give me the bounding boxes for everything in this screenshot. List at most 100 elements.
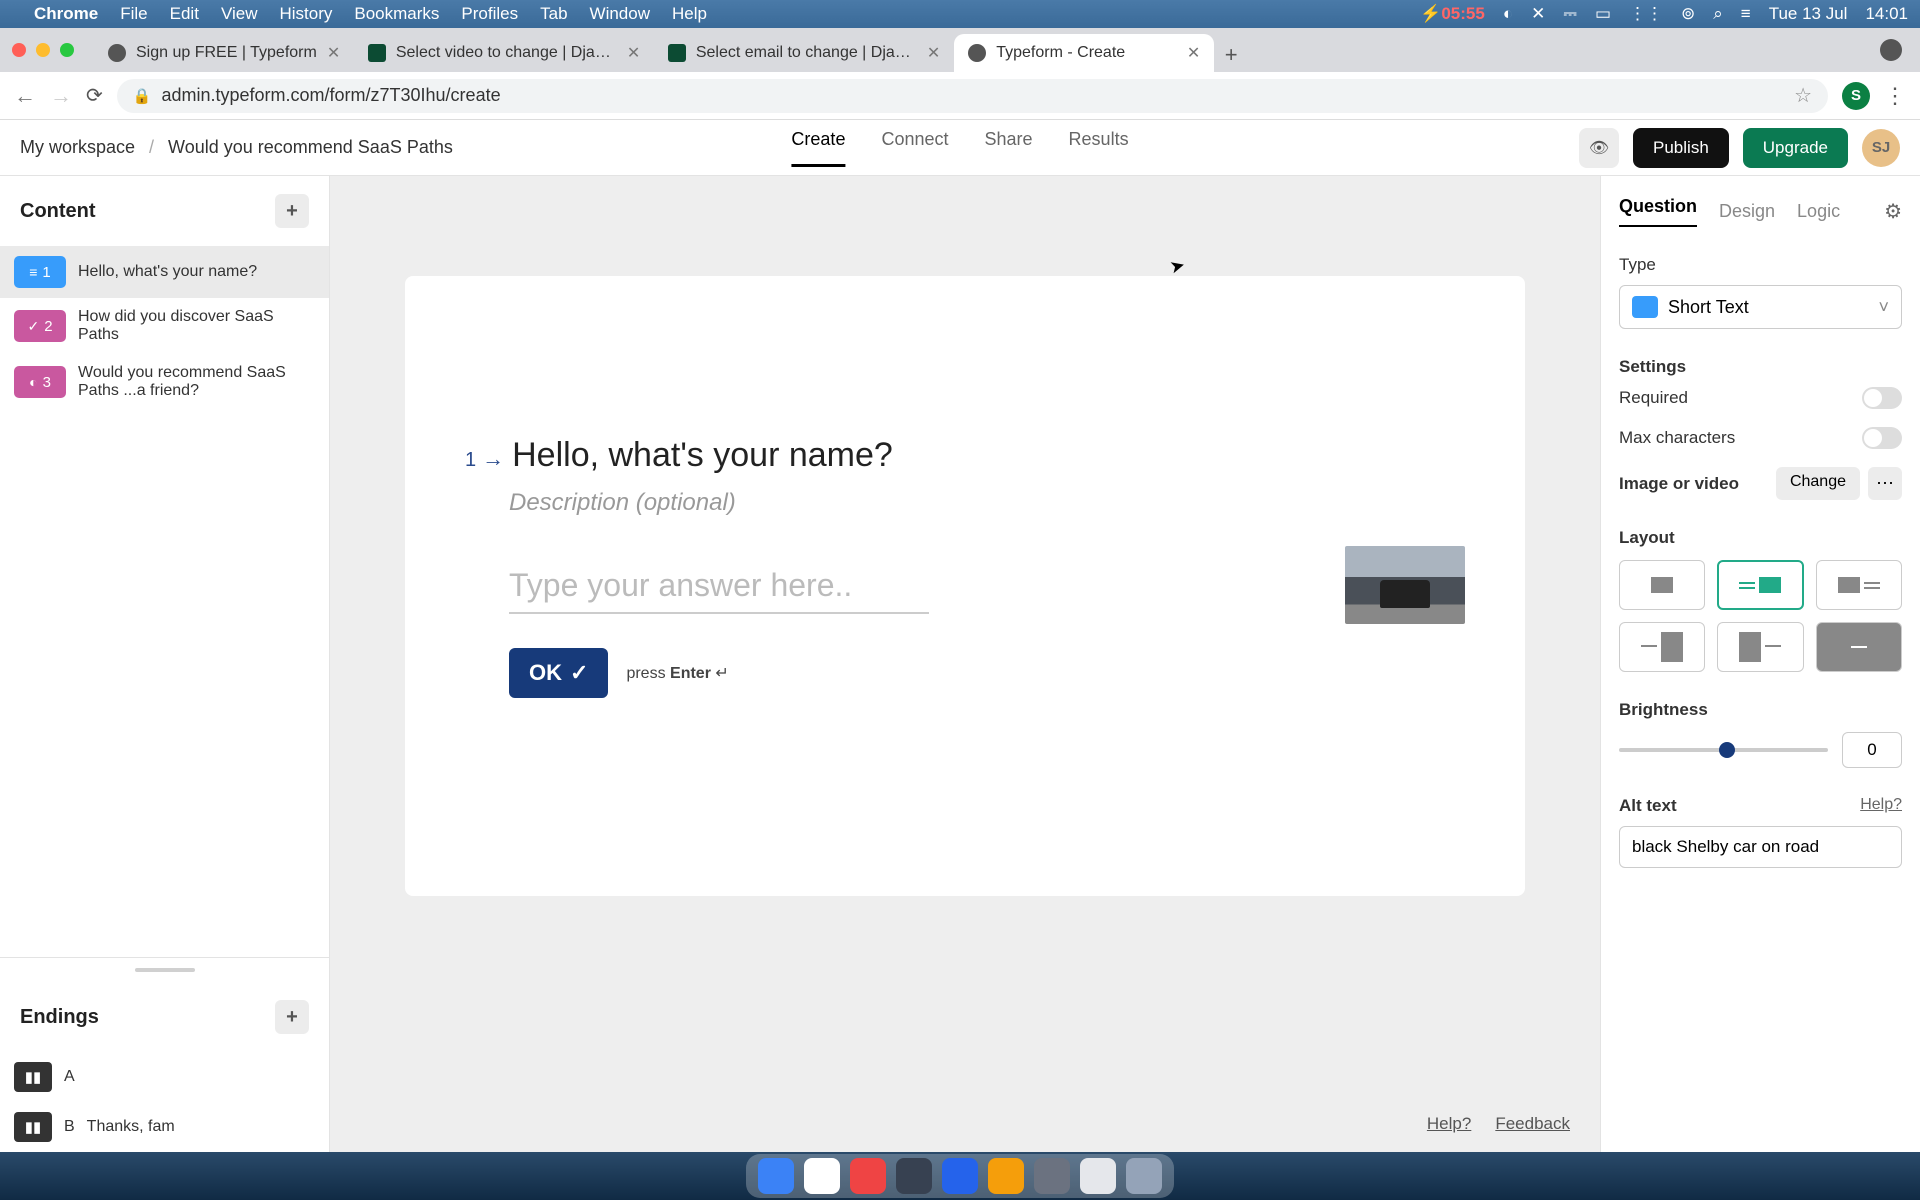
add-ending-button[interactable]: + — [275, 1000, 309, 1034]
ending-item[interactable]: ▮▮ A — [0, 1052, 329, 1102]
ending-item[interactable]: ▮▮ B Thanks, fam — [0, 1102, 329, 1152]
battery-icon[interactable]: ▭ — [1595, 4, 1611, 24]
bookmark-star-icon[interactable]: ☆ — [1794, 83, 1812, 108]
close-tab-icon[interactable]: ✕ — [927, 43, 940, 63]
wifi-icon[interactable]: ⋮⋮ — [1629, 4, 1663, 24]
chrome-profile-icon[interactable] — [1880, 39, 1902, 61]
question-item[interactable]: ≡1 Hello, what's your name? — [0, 246, 329, 298]
status-icon-2[interactable]: ✕ — [1531, 4, 1545, 24]
ok-button[interactable]: OK ✓ — [509, 648, 608, 698]
menu-history[interactable]: History — [279, 4, 332, 24]
gear-icon[interactable]: ⚙ — [1884, 199, 1902, 224]
question-card[interactable]: 1 → Hello, what's your name? Description… — [405, 276, 1525, 896]
menu-tab[interactable]: Tab — [540, 4, 567, 24]
type-label: Type — [1619, 255, 1902, 275]
question-title-input[interactable]: Hello, what's your name? — [512, 436, 893, 475]
spotlight-icon[interactable]: ⌕ — [1713, 4, 1723, 24]
nav-connect[interactable]: Connect — [881, 129, 948, 167]
browser-tab[interactable]: Select email to change | Django ✕ — [654, 34, 954, 72]
required-toggle[interactable] — [1862, 387, 1902, 409]
browser-tab[interactable]: Select video to change | Django ✕ — [354, 34, 654, 72]
dock-app-6[interactable] — [988, 1158, 1024, 1194]
publish-button[interactable]: Publish — [1633, 128, 1729, 168]
change-image-button[interactable]: Change — [1776, 467, 1860, 500]
close-window-button[interactable] — [12, 43, 26, 57]
brightness-slider[interactable] — [1619, 748, 1828, 752]
nav-create[interactable]: Create — [791, 129, 845, 167]
maximize-window-button[interactable] — [60, 43, 74, 57]
feedback-link[interactable]: Feedback — [1495, 1114, 1570, 1134]
chrome-avatar[interactable]: S — [1842, 82, 1870, 110]
menubar-time[interactable]: 14:01 — [1865, 4, 1908, 24]
workspace-link[interactable]: My workspace — [20, 137, 135, 158]
description-input[interactable]: Description (optional) — [509, 489, 1345, 517]
siri-icon[interactable]: ≡ — [1741, 4, 1751, 24]
layout-option-2[interactable] — [1717, 560, 1803, 610]
browser-tab-active[interactable]: Typeform - Create ✕ — [954, 34, 1214, 72]
browser-toolbar: ← → ⟳ 🔒 admin.typeform.com/form/z7T30Ihu… — [0, 72, 1920, 120]
type-select[interactable]: Short Text ˅ — [1619, 285, 1902, 329]
image-options-button[interactable]: ⋯ — [1868, 467, 1902, 500]
new-tab-button[interactable]: + — [1214, 38, 1248, 72]
control-center-icon[interactable]: ⊚ — [1681, 4, 1695, 24]
minimize-window-button[interactable] — [36, 43, 50, 57]
address-bar[interactable]: 🔒 admin.typeform.com/form/z7T30Ihu/creat… — [117, 79, 1828, 113]
menu-bookmarks[interactable]: Bookmarks — [354, 4, 439, 24]
question-item[interactable]: ✓2 How did you discover SaaS Paths — [0, 298, 329, 354]
upgrade-button[interactable]: Upgrade — [1743, 128, 1848, 168]
menu-edit[interactable]: Edit — [170, 4, 199, 24]
forward-button[interactable]: → — [50, 83, 72, 109]
menu-profiles[interactable]: Profiles — [461, 4, 518, 24]
reload-button[interactable]: ⟳ — [86, 83, 103, 108]
brightness-value[interactable]: 0 — [1842, 732, 1902, 768]
dock-app-finder[interactable] — [758, 1158, 794, 1194]
menu-window[interactable]: Window — [590, 4, 650, 24]
menu-file[interactable]: File — [120, 4, 147, 24]
resize-handle[interactable] — [135, 968, 195, 972]
question-image[interactable] — [1345, 546, 1465, 624]
layout-option-6[interactable] — [1816, 622, 1902, 672]
help-link[interactable]: Help? — [1427, 1114, 1471, 1134]
close-tab-icon[interactable]: ✕ — [1187, 43, 1200, 63]
user-avatar[interactable]: SJ — [1862, 129, 1900, 167]
alt-text-input[interactable] — [1619, 826, 1902, 868]
dock-app-5[interactable] — [942, 1158, 978, 1194]
dock-app-chrome[interactable] — [804, 1158, 840, 1194]
answer-input[interactable]: Type your answer here.. — [509, 567, 929, 614]
menu-view[interactable]: View — [221, 4, 258, 24]
alt-help-link[interactable]: Help? — [1860, 796, 1902, 816]
dock-app-3[interactable] — [850, 1158, 886, 1194]
dock-app-8[interactable] — [1080, 1158, 1116, 1194]
dock-app-trash[interactable] — [1126, 1158, 1162, 1194]
battery-status-icon[interactable]: ⚡05:55 — [1420, 4, 1485, 24]
back-button[interactable]: ← — [14, 83, 36, 109]
lock-icon[interactable]: 🔒 — [133, 87, 152, 105]
close-tab-icon[interactable]: ✕ — [327, 43, 340, 63]
layout-option-5[interactable] — [1717, 622, 1803, 672]
chrome-menu-button[interactable]: ⋮ — [1884, 83, 1906, 109]
tab-logic[interactable]: Logic — [1797, 201, 1840, 222]
status-icon-1[interactable]: ◐ — [1503, 4, 1513, 24]
dock-app-4[interactable] — [896, 1158, 932, 1194]
status-icon-3[interactable]: ⎓ — [1563, 4, 1577, 24]
canvas: ➤ 1 → Hello, what's your name? Descripti… — [330, 176, 1600, 1152]
form-title[interactable]: Would you recommend SaaS Paths — [168, 137, 453, 158]
add-question-button[interactable]: + — [275, 194, 309, 228]
browser-tab[interactable]: Sign up FREE | Typeform ✕ — [94, 34, 354, 72]
menubar-date[interactable]: Tue 13 Jul — [1769, 4, 1848, 24]
dock-app-7[interactable] — [1034, 1158, 1070, 1194]
close-tab-icon[interactable]: ✕ — [627, 43, 640, 63]
nav-share[interactable]: Share — [985, 129, 1033, 167]
menubar-app[interactable]: Chrome — [34, 4, 98, 24]
preview-button[interactable]: 👁 — [1579, 128, 1619, 168]
nav-results[interactable]: Results — [1069, 129, 1129, 167]
layout-option-1[interactable] — [1619, 560, 1705, 610]
layout-option-4[interactable] — [1619, 622, 1705, 672]
tab-question[interactable]: Question — [1619, 196, 1697, 227]
menu-help[interactable]: Help — [672, 4, 707, 24]
question-item[interactable]: ◐3 Would you recommend SaaS Paths ...a f… — [0, 354, 329, 410]
tab-design[interactable]: Design — [1719, 201, 1775, 222]
layout-option-3[interactable] — [1816, 560, 1902, 610]
slider-thumb[interactable] — [1719, 742, 1735, 758]
max-chars-toggle[interactable] — [1862, 427, 1902, 449]
